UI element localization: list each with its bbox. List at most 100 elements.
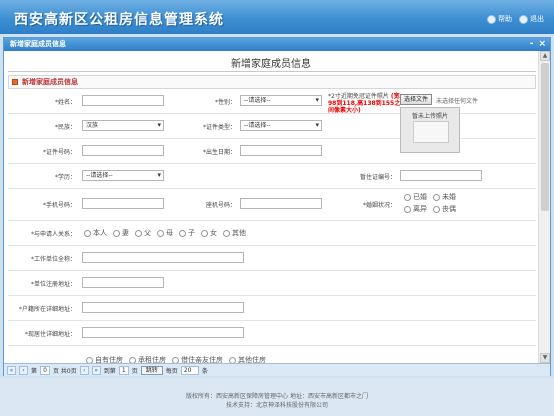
relation-option[interactable]: 母 — [157, 228, 173, 238]
radio-circle-icon — [179, 229, 186, 237]
relation-option[interactable]: 其他 — [223, 228, 246, 238]
marital-option[interactable]: 未婚 — [433, 192, 456, 202]
relation-option[interactable]: 本人 — [84, 228, 107, 238]
dialog-content: 新增家庭成员信息 新增家庭成员信息 *姓名： *性别： --请选择-- *民族：… — [4, 51, 538, 363]
form-row: *现居住详细地址： — [8, 321, 536, 346]
choose-file-button[interactable]: 选择文件 — [400, 94, 433, 105]
form-row: 自有住房 承租住房 借住亲友住房 其他住房 — [8, 346, 536, 363]
hukou-address-input[interactable] — [82, 302, 244, 313]
relation-radio-group: 本人 妻 父 母 子 女 其他 — [84, 228, 246, 238]
relation-option[interactable]: 父 — [135, 228, 151, 238]
id-type-select[interactable]: --请选择-- — [240, 120, 322, 131]
radio-circle-icon — [84, 229, 91, 237]
divider — [8, 71, 536, 72]
prev-page-icon[interactable]: ‹ — [19, 365, 28, 375]
id-number-input[interactable] — [82, 145, 164, 156]
mobile-input[interactable] — [82, 198, 164, 209]
relation-option[interactable]: 女 — [201, 228, 217, 238]
help-link[interactable]: 帮助 — [487, 14, 512, 24]
help-icon — [487, 14, 496, 24]
photo-note-text: *2寸近期免冠证件照片 — [328, 93, 389, 100]
housing-option[interactable]: 承租住房 — [129, 355, 166, 363]
landline-input[interactable] — [240, 198, 322, 209]
per-page-select[interactable]: 20 — [180, 365, 199, 375]
scroll-down-icon[interactable]: ▼ — [540, 353, 550, 363]
radio-circle-icon — [201, 229, 208, 237]
housing-option[interactable]: 借住亲友住房 — [172, 355, 223, 363]
housing-option[interactable]: 自有住房 — [86, 355, 123, 363]
section-marker-icon — [12, 79, 18, 85]
photo-placeholder-text: 暂未上传照片 — [411, 113, 448, 120]
vertical-scrollbar[interactable]: ▲ ▼ — [538, 51, 550, 363]
birth-date-input[interactable] — [240, 145, 322, 156]
pagination-bar: « ‹ 第 0 页 共0页 › » 到第 1 页 跳转 每页 20 条 — [4, 363, 550, 376]
id-type-label: *证件类型： — [202, 124, 236, 131]
header-links: 帮助 退出 — [487, 14, 544, 24]
radio-circle-icon — [404, 193, 411, 201]
exit-label: 退出 — [530, 15, 544, 23]
gender-label: *性别： — [214, 99, 236, 106]
housing-option[interactable]: 其他住房 — [229, 355, 266, 363]
education-label: *学历： — [54, 174, 76, 181]
power-icon — [519, 14, 528, 24]
app-title: 西安高新区公租房信息管理系统 — [14, 12, 224, 28]
add-family-member-dialog: 新增家庭成员信息 - × 新增家庭成员信息 新增家庭成员信息 *姓名： *性别：… — [3, 37, 551, 376]
photo-placeholder-icon — [413, 121, 449, 143]
minimize-icon[interactable]: - — [530, 38, 534, 51]
mobile-label: *手机号码： — [42, 202, 76, 209]
residence-permit-label: 暂住证编号： — [359, 174, 396, 181]
relation-option[interactable]: 子 — [179, 228, 195, 238]
photo-preview: 暂未上传照片 — [400, 107, 460, 153]
radio-circle-icon — [433, 193, 440, 201]
name-input[interactable] — [82, 95, 164, 106]
marital-option[interactable]: 离异 — [404, 204, 427, 214]
education-select[interactable]: --请选择-- — [82, 170, 164, 181]
form-row: *手机号码： 座机号码： *婚姻状况： 已婚 未婚 离异 丧偶 — [8, 189, 536, 221]
form-row: *与申请人关系： 本人 妻 父 母 子 女 其他 — [8, 221, 536, 246]
radio-circle-icon — [433, 205, 440, 213]
help-label: 帮助 — [498, 15, 512, 23]
residence-permit-input[interactable] — [400, 170, 482, 181]
marital-option[interactable]: 丧偶 — [433, 204, 456, 214]
landline-label: 座机号码： — [205, 202, 236, 209]
jump-label: 到第 — [103, 367, 116, 375]
form-row: *工作单位全称： — [8, 246, 536, 271]
dialog-title: 新增家庭成员信息 — [10, 40, 66, 48]
photo-requirement-note: *2寸近期免冠证件照片 (宽98到118,高138到155之间像素大小) — [328, 93, 402, 114]
per-page-label: 每页 — [165, 367, 178, 375]
footer-copyright: 版权所有：西安高新区保障房管理中心 地址：西安市高新区都市之门 — [186, 393, 368, 400]
form-row: *户籍所在详细地址： — [8, 296, 536, 321]
radio-circle-icon — [404, 205, 411, 213]
marital-option[interactable]: 已婚 — [404, 192, 427, 202]
relation-label: *与申请人关系： — [30, 231, 76, 238]
birth-date-label: *出生日期： — [202, 149, 236, 156]
close-icon[interactable]: × — [538, 38, 546, 51]
scrollbar-thumb[interactable] — [541, 63, 549, 211]
scroll-up-icon[interactable]: ▲ — [540, 51, 550, 61]
id-number-label: *证件号码： — [42, 149, 76, 156]
relation-option[interactable]: 妻 — [113, 228, 129, 238]
current-address-input[interactable] — [82, 327, 244, 338]
employer-label: *工作单位全称： — [30, 256, 76, 263]
exit-link[interactable]: 退出 — [519, 14, 544, 24]
hukou-address-label: *户籍所在详细地址： — [18, 306, 76, 313]
page-input[interactable]: 0 — [40, 365, 51, 375]
employer-input[interactable] — [82, 252, 244, 263]
section-title: 新增家庭成员信息 — [22, 78, 78, 86]
first-page-icon[interactable]: « — [7, 365, 16, 375]
form-row: *单位注册地址： — [8, 271, 536, 296]
jump-page-input[interactable]: 1 — [118, 365, 129, 375]
name-label: *姓名： — [54, 99, 76, 106]
jump-button[interactable]: 跳转 — [140, 365, 163, 375]
last-page-icon[interactable]: » — [91, 365, 101, 375]
radio-circle-icon — [113, 229, 120, 237]
next-page-icon[interactable]: › — [79, 365, 89, 375]
dialog-titlebar[interactable]: 新增家庭成员信息 - × — [4, 38, 550, 51]
ethnicity-select[interactable]: 汉族 — [82, 120, 164, 131]
app-header: 西安高新区公租房信息管理系统 帮助 退出 — [0, 0, 554, 34]
employer-address-input[interactable] — [82, 277, 164, 288]
ethnicity-label: *民族： — [54, 124, 76, 131]
gender-select[interactable]: --请选择-- — [240, 95, 322, 106]
current-address-label: *现居住详细地址： — [24, 331, 76, 338]
form-row: *学历： --请选择-- 暂住证编号： — [8, 164, 536, 189]
